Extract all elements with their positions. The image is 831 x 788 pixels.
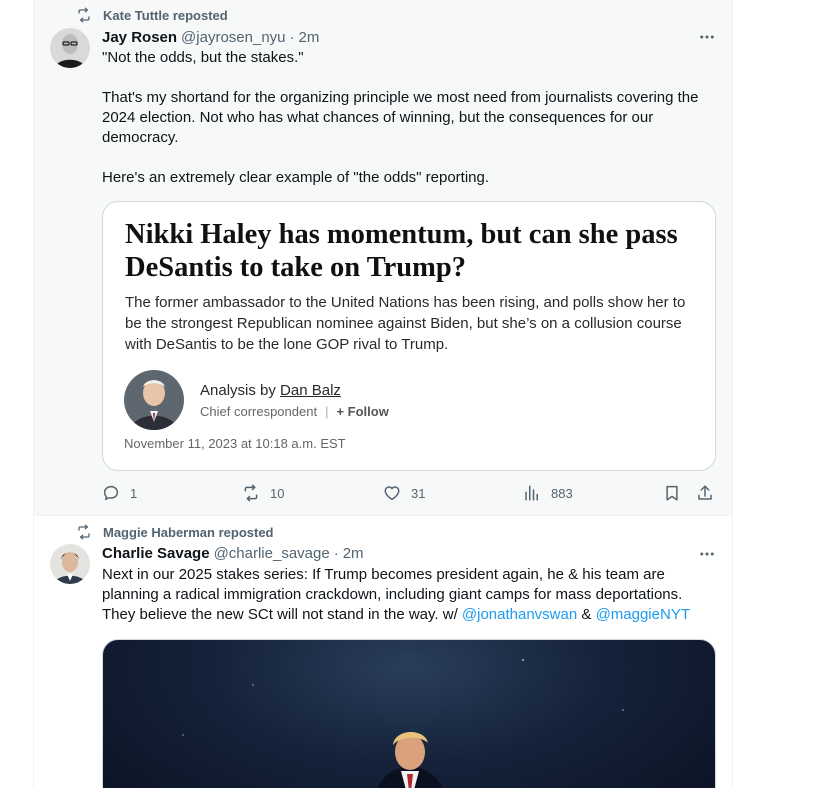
author-photo [124,370,184,430]
author-name[interactable]: Jay Rosen [102,29,177,46]
separator: · [333,544,339,562]
tweet-paragraph: That's my shortand for the organizing pr… [102,89,699,146]
article-screenshot-card[interactable]: Nikki Haley has momentum, but can she pa… [102,201,716,471]
repost-count: 10 [270,485,285,501]
share-button[interactable] [696,482,714,504]
tweet-header: Charlie Savage @charlie_savage · 2m [102,543,364,563]
views-icon [523,484,541,502]
reply-icon [102,484,120,502]
article-byline: Analysis by Dan Balz [200,382,341,399]
repost-label: Maggie Haberman reposted [103,524,274,540]
share-icon [696,484,714,502]
tweet[interactable]: Kate Tuttle reposted Jay Rosen @jayrosen… [34,0,732,516]
byline-prefix: Analysis by [200,382,281,399]
author-handle[interactable]: @charlie_savage [214,545,330,562]
avatar[interactable] [50,544,90,584]
separator: · [289,28,295,46]
views-button[interactable]: 883 [523,482,573,504]
author-name[interactable]: Charlie Savage [102,545,210,562]
tweet[interactable]: Maggie Haberman reposted Charlie Savage … [34,516,732,788]
mention-join: & [577,606,596,623]
mention-link[interactable]: @jonathanvswan [462,606,577,623]
tweet-timestamp[interactable]: 2m [343,545,364,562]
author-role-row: Chief correspondent | + Follow [200,404,389,419]
avatar[interactable] [50,28,90,68]
tweet-header: Jay Rosen @jayrosen_nyu · 2m [102,27,319,47]
follow-label: + Follow [336,404,389,419]
article-headline: Nikki Haley has momentum, but can she pa… [125,219,678,283]
tweet-actions: 1 10 31 883 [102,482,718,504]
mention-link[interactable]: @maggieNYT [596,606,690,623]
repost-label: Kate Tuttle reposted [103,7,228,23]
views-count: 883 [551,485,573,501]
tweet-text: Next in our 2025 stakes series: If Trump… [102,565,718,625]
more-icon[interactable] [697,544,717,564]
byline-author: Dan Balz [280,382,341,399]
tweet-media-image[interactable] [102,639,716,788]
article-dek: The former ambassador to the United Nati… [125,294,686,353]
more-icon[interactable] [697,27,717,47]
like-icon [383,484,401,502]
repost-icon [242,484,260,502]
repost-button[interactable]: 10 [242,482,284,504]
tweet-timestamp[interactable]: 2m [299,29,320,46]
author-handle[interactable]: @jayrosen_nyu [181,29,285,46]
bookmark-icon [663,484,681,502]
reply-button[interactable]: 1 [102,482,137,504]
bookmark-button[interactable] [663,482,681,504]
timeline: Kate Tuttle reposted Jay Rosen @jayrosen… [33,0,733,788]
tweet-paragraph: Here's an extremely clear example of "th… [102,169,490,186]
role-separator: | [325,404,329,419]
repost-icon [76,7,92,23]
repost-context[interactable]: Kate Tuttle reposted [76,6,228,24]
tweet-text: "Not the odds, but the stakes." That's m… [102,48,718,188]
reply-count: 1 [130,485,138,501]
repost-context[interactable]: Maggie Haberman reposted [76,523,274,541]
article-dateline: November 11, 2023 at 10:18 a.m. EST [124,436,346,451]
like-count: 31 [411,485,426,501]
tweet-paragraph: "Not the odds, but the stakes." [102,49,304,66]
like-button[interactable]: 31 [383,482,425,504]
repost-icon [76,524,92,540]
author-role: Chief correspondent [200,404,318,419]
